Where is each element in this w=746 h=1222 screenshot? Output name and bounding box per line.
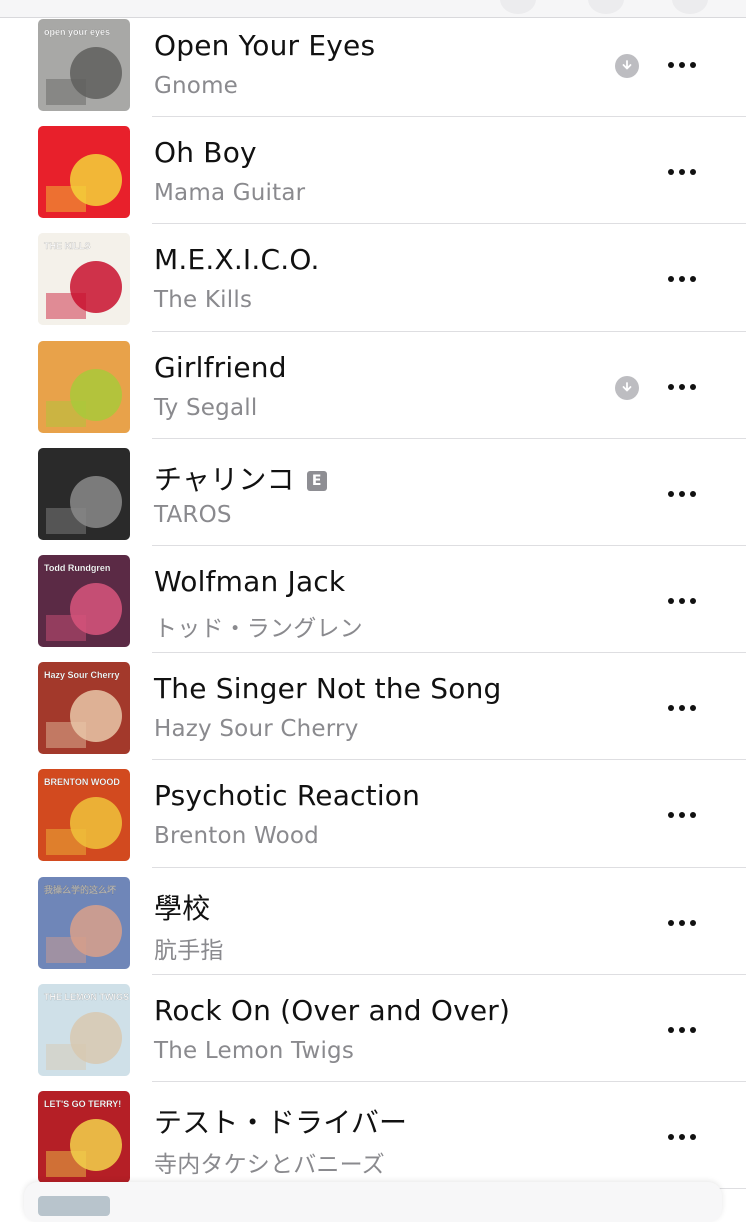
explicit-badge: E <box>306 470 327 491</box>
song-title: Open Your Eyes <box>154 29 375 62</box>
song-artist: Brenton Wood <box>154 823 319 850</box>
more-options-icon[interactable] <box>660 376 704 398</box>
album-artwork[interactable] <box>38 340 130 433</box>
more-options-icon[interactable] <box>660 54 704 76</box>
album-artwork[interactable]: open your eyes <box>38 19 130 111</box>
song-artist: TAROS <box>154 501 232 528</box>
album-art-text: 我操么学的这么坏 <box>44 884 116 895</box>
more-options-icon[interactable] <box>660 268 704 290</box>
album-art-text: THE LEMON TWIGS <box>44 992 129 1002</box>
downloaded-icon <box>615 375 639 400</box>
album-artwork[interactable]: Hazy Sour Cherry <box>38 662 130 755</box>
song-artist: Hazy Sour Cherry <box>154 716 359 743</box>
album-art-brenton-wood: BRENTON WOOD <box>38 769 130 862</box>
album-art-lets-go-terry: LET'S GO TERRY! <box>38 1090 130 1183</box>
mini-player-artwork <box>38 1196 110 1216</box>
song-title: チャリンコ E <box>154 458 327 498</box>
song-title-text: Wolfman Jack <box>154 564 346 598</box>
song-row[interactable]: Hazy Sour Cherry The Singer Not the Song… <box>0 653 746 761</box>
song-title: Wolfman Jack <box>154 565 345 598</box>
mini-player[interactable] <box>24 1182 722 1222</box>
song-row[interactable]: 我操么学的这么坏 學校 肮手指 <box>0 868 746 975</box>
album-art-something-anything: Todd Rundgren <box>38 554 130 647</box>
album-art-midnight-boom: THE KILLS <box>38 233 130 326</box>
song-row[interactable]: Oh Boy Mama Guitar <box>0 117 746 225</box>
more-options-icon[interactable] <box>660 161 704 183</box>
song-title-text: 學校 <box>154 891 211 925</box>
song-row[interactable]: THE LEMON TWIGS Rock On (Over and Over) … <box>0 975 746 1082</box>
album-art-text: LET'S GO TERRY! <box>44 1099 121 1109</box>
album-art-oh-boy <box>38 126 130 219</box>
song-title: Oh Boy <box>154 136 257 169</box>
song-artist: The Lemon Twigs <box>154 1037 355 1064</box>
more-options-icon[interactable] <box>660 912 704 934</box>
song-row[interactable]: Todd Rundgren Wolfman Jack トッド・ラングレン <box>0 546 746 654</box>
song-row[interactable]: チャリンコ E TAROS <box>0 439 746 546</box>
album-art-hazy-sour-cherry: Hazy Sour Cherry <box>38 662 130 755</box>
album-art-lemon-twigs: THE LEMON TWIGS <box>38 983 130 1076</box>
more-options-icon[interactable] <box>660 1019 704 1041</box>
song-row[interactable]: open your eyes Open Your Eyes Gnome <box>0 10 746 118</box>
song-title: テスト・ドライバー <box>154 1101 407 1141</box>
song-title: Girlfriend <box>154 351 287 384</box>
song-title-text: テスト・ドライバー <box>154 1105 408 1139</box>
song-list: open your eyes Open Your Eyes Gnome Oh B… <box>0 10 746 1190</box>
song-title: The Singer Not the Song <box>154 672 502 705</box>
album-artwork[interactable]: Todd Rundgren <box>38 554 130 647</box>
more-options-icon[interactable] <box>660 697 704 719</box>
album-artwork[interactable]: THE KILLS <box>38 233 130 326</box>
song-title-text: Girlfriend <box>154 350 287 384</box>
album-artwork[interactable] <box>38 447 130 540</box>
more-options-icon[interactable] <box>660 804 704 826</box>
song-title-text: Oh Boy <box>154 136 257 170</box>
song-title-text: M.E.X.I.C.O. <box>154 243 320 277</box>
song-row[interactable]: THE KILLS M.E.X.I.C.O. The Kills <box>0 224 746 332</box>
album-art-taros <box>38 447 130 540</box>
song-artist: Ty Segall <box>154 394 258 421</box>
album-art-text: Hazy Sour Cherry <box>44 670 120 680</box>
song-title-text: Rock On (Over and Over) <box>154 993 511 1027</box>
song-artist: 寺内タケシとバニーズ <box>154 1151 385 1178</box>
song-artist: The Kills <box>154 287 253 314</box>
downloaded-icon <box>615 54 639 78</box>
song-artist: Gnome <box>154 73 239 99</box>
album-artwork[interactable]: LET'S GO TERRY! <box>38 1090 130 1183</box>
album-art-melted <box>38 340 130 433</box>
song-artist: トッド・ラングレン <box>154 615 363 642</box>
more-options-icon[interactable] <box>660 590 704 612</box>
song-row[interactable]: LET'S GO TERRY! テスト・ドライバー 寺内タケシとバニーズ <box>0 1082 746 1190</box>
song-title: Rock On (Over and Over) <box>154 994 510 1027</box>
song-title: M.E.X.I.C.O. <box>154 243 320 276</box>
song-row[interactable]: BRENTON WOOD Psychotic Reaction Brenton … <box>0 760 746 868</box>
album-artwork[interactable]: BRENTON WOOD <box>38 769 130 862</box>
album-art-text: BRENTON WOOD <box>44 777 120 787</box>
more-options-icon[interactable] <box>660 483 704 505</box>
album-art-school: 我操么学的这么坏 <box>38 876 130 969</box>
album-artwork[interactable]: 我操么学的这么坏 <box>38 876 130 969</box>
album-artwork[interactable] <box>38 126 130 219</box>
song-artist: 肮手指 <box>154 937 224 964</box>
song-title: 學校 <box>154 887 210 927</box>
song-title: Psychotic Reaction <box>154 779 420 812</box>
more-options-icon[interactable] <box>660 1126 704 1148</box>
album-artwork[interactable]: THE LEMON TWIGS <box>38 983 130 1076</box>
album-art-text: open your eyes <box>44 27 110 37</box>
song-title-text: Open Your Eyes <box>154 29 376 62</box>
song-title-text: Psychotic Reaction <box>154 779 421 813</box>
album-art-open-your-eyes: open your eyes <box>38 19 130 111</box>
song-title-text: チャリンコ <box>154 462 295 496</box>
album-art-text: Todd Rundgren <box>44 563 110 573</box>
song-artist: Mama Guitar <box>154 180 306 207</box>
album-art-text: THE KILLS <box>44 241 91 251</box>
song-row[interactable]: Girlfriend Ty Segall <box>0 332 746 439</box>
song-title-text: The Singer Not the Song <box>154 672 502 706</box>
